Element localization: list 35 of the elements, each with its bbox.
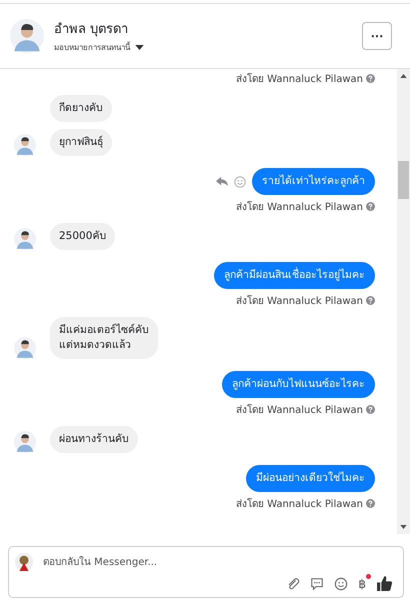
message-bubble: กีดยางคับ xyxy=(50,95,112,122)
scroll-up-icon[interactable] xyxy=(400,74,407,78)
message-bubble: รายได้เท่าไหร่คะลูกค้า xyxy=(252,168,375,195)
more-button[interactable]: ··· xyxy=(362,22,392,50)
sender-note: ส่งโดย Wannaluck Pilawan xyxy=(236,294,363,308)
help-icon[interactable] xyxy=(366,296,375,304)
message-bubble: มีผ่อนอย่างเดียวใช่ไมคะ xyxy=(246,465,375,492)
avatar-icon xyxy=(10,19,44,53)
sender-note: ส่งโดย Wannaluck Pilawan xyxy=(236,497,363,510)
emoji-icon[interactable] xyxy=(334,576,348,590)
message-bubble: ลูกค้ามีผ่อนสินเชื่ออะไรอยู่ไมคะ xyxy=(214,262,375,289)
message-bubble: ลูกค้าผ่อนกับไฟแนนซ์อะไรคะ xyxy=(222,371,375,398)
paperclip-icon[interactable] xyxy=(286,576,300,590)
contact-name: อำพล บุตรดา xyxy=(54,21,130,39)
help-icon[interactable] xyxy=(366,498,375,508)
scroll-down-icon[interactable] xyxy=(400,525,407,529)
message-bubble: ยุกาฟสินธุ์ xyxy=(50,129,112,156)
sender-note: ส่งโดย Wannaluck Pilawan xyxy=(236,200,363,214)
avatar-icon xyxy=(15,553,33,571)
caret-icon xyxy=(135,45,144,50)
chat-icon[interactable] xyxy=(310,576,324,590)
payment-button[interactable]: ฿ xyxy=(358,576,366,590)
message-bubble: ผ่อนทางร้านคับ xyxy=(50,426,138,453)
help-icon[interactable] xyxy=(366,404,375,414)
sender-note: ส่งโดย Wannaluck Pilawan xyxy=(236,72,363,86)
assign-dropdown[interactable]: มอบหมายการสนทนานี้ xyxy=(54,41,144,54)
message-bubble: 25000คับ xyxy=(50,223,116,250)
help-icon[interactable] xyxy=(366,74,375,82)
message-bubble: มีแค่มอเตอร์ไซค์คับ แต่หมดงวดแล้ว xyxy=(50,317,158,359)
scroll-thumb[interactable] xyxy=(398,161,409,199)
help-icon[interactable] xyxy=(366,202,375,210)
thumbs-up-icon[interactable] xyxy=(376,575,393,592)
scrollbar[interactable] xyxy=(397,69,410,534)
sender-note: ส่งโดย Wannaluck Pilawan xyxy=(236,403,363,416)
reply-icon[interactable] xyxy=(216,176,228,188)
